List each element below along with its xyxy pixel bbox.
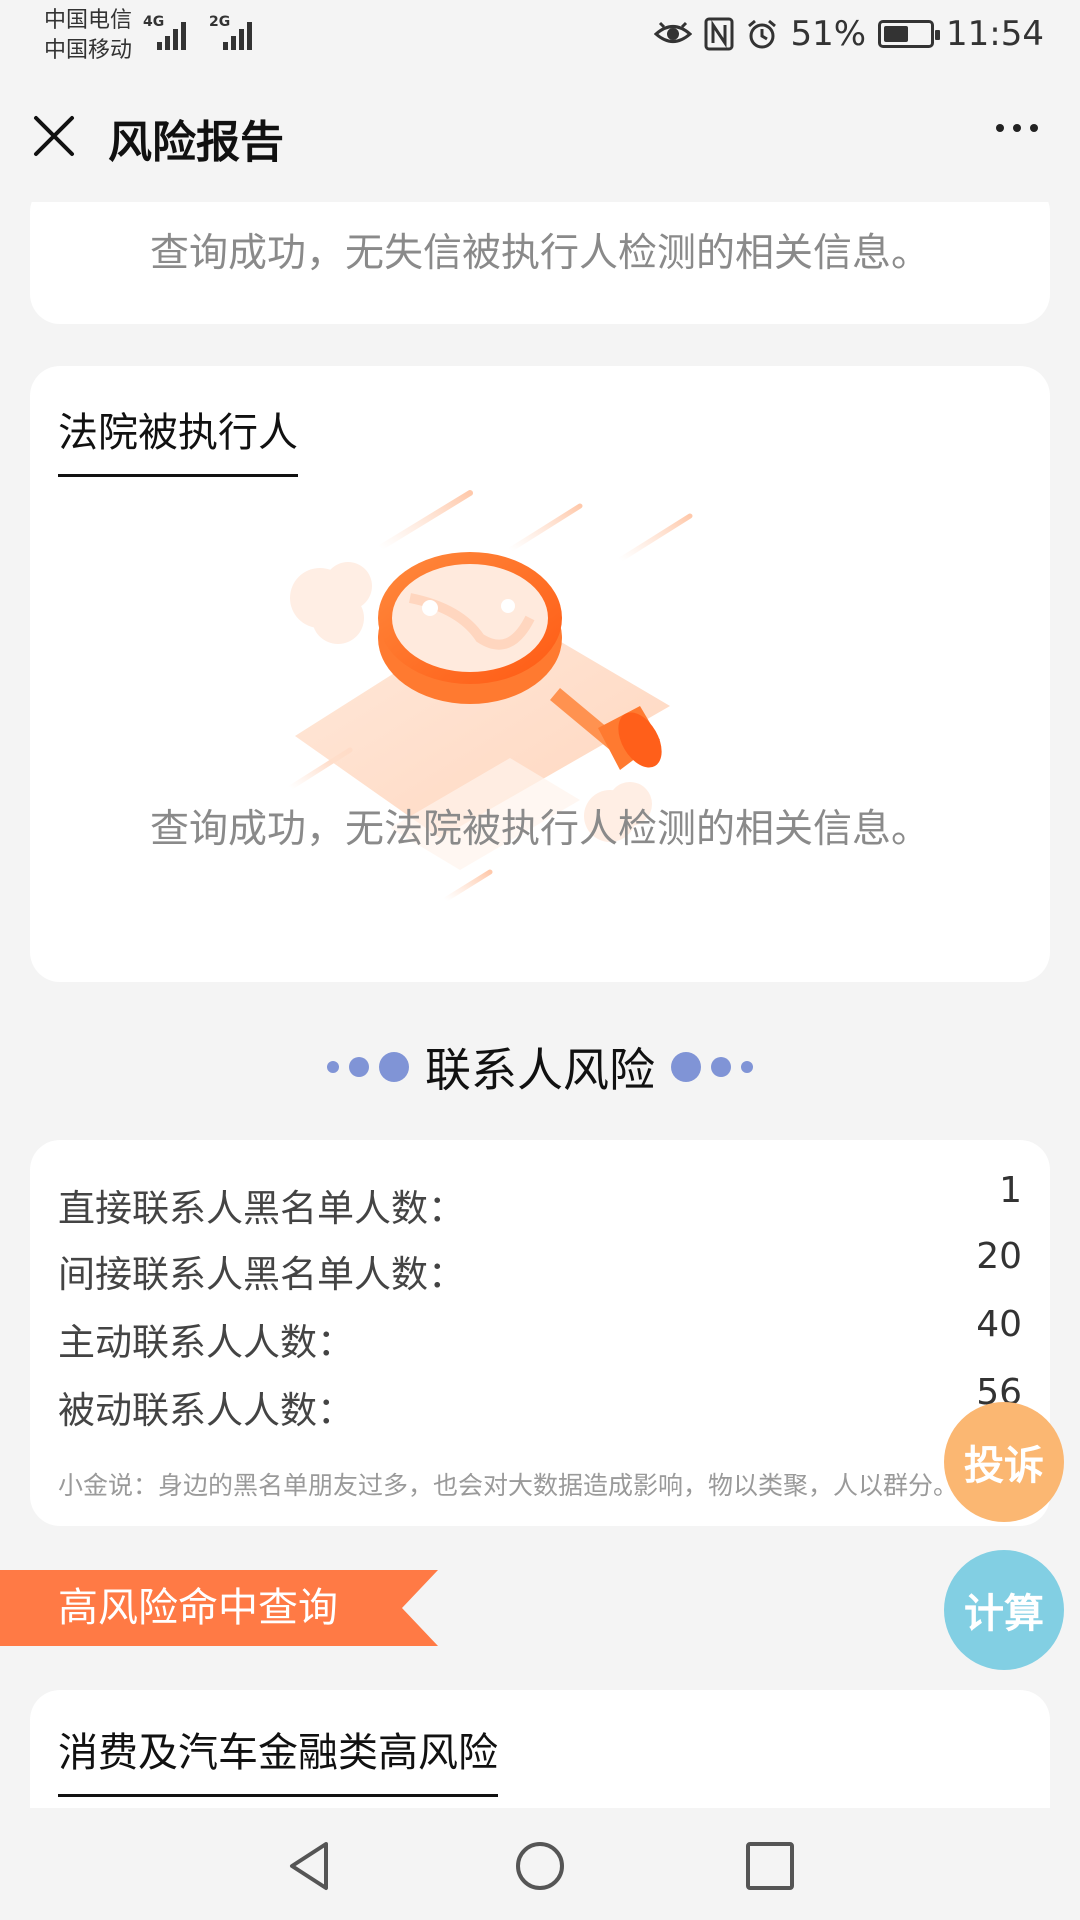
close-icon[interactable] — [30, 112, 78, 160]
stat-value: 20 — [976, 1236, 1022, 1277]
battery-percent: 51% — [790, 14, 867, 54]
battery-icon — [878, 20, 941, 48]
consumer-finance-risk-title: 消费及汽车金融类高风险 — [58, 1720, 498, 1797]
stat-label: 被动联系人人数： — [58, 1389, 354, 1432]
high-risk-banner-label: 高风险命中查询 — [58, 1585, 338, 1631]
dishonest-result-message: 查询成功，无失信被执行人检测的相关信息。 — [149, 231, 930, 276]
header-bar: 风险报告 — [0, 76, 1080, 202]
nfc-icon — [704, 17, 734, 51]
clock: 11:54 — [946, 14, 1044, 54]
stat-value: 40 — [976, 1304, 1022, 1345]
decor-dot — [327, 1061, 339, 1073]
contact-risk-tip: 小金说：身边的黑名单朋友过多，也会对大数据造成影响，物以类聚，人以群分。 — [58, 1471, 959, 1500]
stat-label: 间接联系人黑名单人数： — [58, 1253, 465, 1296]
decor-dot — [349, 1057, 369, 1077]
more-icon[interactable] — [996, 124, 1038, 132]
stat-value: 1 — [999, 1170, 1022, 1211]
page-title: 风险报告 — [108, 117, 284, 168]
dishonest-result-card: 查询成功，无失信被执行人检测的相关信息。 — [30, 202, 1050, 324]
system-nav-bar — [0, 1808, 1080, 1920]
report-content[interactable]: 查询成功，无失信被执行人检测的相关信息。 法院被执行人 查询成功，无法院被执行人… — [0, 202, 1080, 1808]
carrier-2: 中国移动 — [44, 38, 133, 63]
status-bar: 中国电信 中国移动 4G 2G 51% 11:54 — [0, 0, 1080, 76]
decor-dot — [711, 1057, 731, 1077]
eye-icon — [654, 21, 693, 43]
back-triangle-icon[interactable] — [282, 1838, 338, 1894]
recents-square-icon[interactable] — [742, 1838, 798, 1894]
carrier-info: 中国电信 中国移动 — [44, 6, 132, 66]
contact-risk-title: 联系人风险 — [425, 1043, 655, 1097]
stat-label: 主动联系人人数： — [58, 1321, 354, 1364]
court-executor-card: 法院被执行人 查询成功，无法院被执行人检测的相关信息。 — [30, 366, 1050, 982]
decor-dot — [379, 1052, 409, 1082]
carrier-1: 中国电信 — [44, 8, 133, 33]
alarm-icon — [748, 19, 777, 49]
stat-label: 直接联系人黑名单人数： — [58, 1187, 465, 1230]
court-executor-title: 法院被执行人 — [58, 400, 298, 477]
consumer-finance-risk-card: 消费及汽车金融类高风险 — [30, 1690, 1050, 1808]
decor-dot — [741, 1061, 753, 1073]
status-icons: 51% 11:54 — [654, 14, 1044, 54]
contact-risk-card: 直接联系人黑名单人数： 1 间接联系人黑名单人数： 20 主动联系人人数： 40… — [30, 1140, 1050, 1526]
court-executor-message: 查询成功，无法院被执行人检测的相关信息。 — [149, 807, 930, 852]
calculate-button[interactable]: 计算 — [944, 1550, 1064, 1670]
decor-dot — [671, 1052, 701, 1082]
complaint-button[interactable]: 投诉 — [944, 1402, 1064, 1522]
home-circle-icon[interactable] — [512, 1838, 568, 1894]
contact-risk-heading: 联系人风险 — [0, 1034, 1080, 1100]
